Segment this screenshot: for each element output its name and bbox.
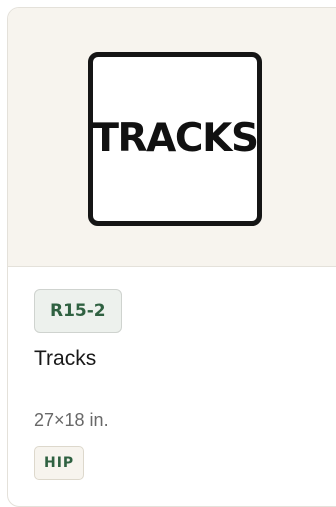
sign-title[interactable]: Tracks	[34, 346, 96, 372]
sign-card[interactable]: TRACKS R15-2 Tracks 27×18 in. HIP	[7, 7, 336, 507]
sign-code-badge: R15-2	[34, 289, 122, 333]
category-tag: HIP	[34, 446, 85, 480]
sign-thumbnail[interactable]: TRACKS	[8, 8, 336, 267]
sign-size: 27×18 in.	[34, 410, 109, 430]
sign-image-text: TRACKS	[92, 116, 259, 161]
